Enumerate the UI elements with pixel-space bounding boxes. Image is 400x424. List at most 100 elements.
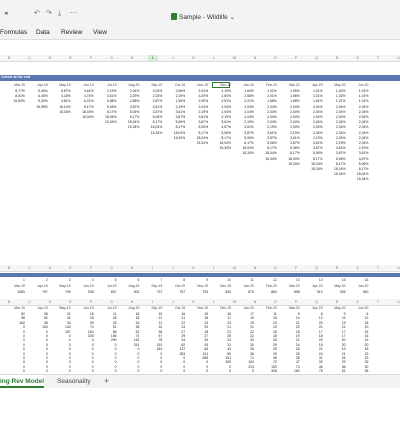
cell[interactable]: 9 [188,278,208,283]
column-header[interactable]: B [4,299,14,306]
menu-formulas[interactable]: Formulas [0,28,27,37]
column-header[interactable]: U [394,265,400,272]
cell[interactable]: Apr-20 [303,83,322,88]
undo-icon[interactable]: ↶ [34,10,40,18]
column-header[interactable]: H [127,55,137,62]
column-header[interactable]: N [250,55,260,62]
column-header[interactable]: J [168,55,178,62]
column-header[interactable]: I [148,265,158,272]
column-header[interactable]: T [373,55,383,62]
cell[interactable]: Apr-20 [303,284,322,289]
column-header[interactable]: Q [312,265,322,272]
column-header[interactable]: D [45,265,55,272]
cell[interactable]: Dec-19 [211,83,231,88]
cell[interactable]: Nov-19 [188,306,208,311]
cell[interactable]: Jun-20 [348,284,368,289]
column-header[interactable]: F [86,299,96,306]
column-header[interactable]: S [353,55,363,62]
sheet-tab-rev-model[interactable]: ing Rev Model [0,375,44,388]
column-header[interactable]: E [66,55,76,62]
column-header[interactable]: O [271,299,281,306]
cell[interactable]: Mar-19 [5,83,25,88]
cell[interactable]: Dec-19 [211,284,231,289]
column-header[interactable]: T [373,299,383,306]
column-header[interactable]: C [25,265,35,272]
cell[interactable]: Mar-19 [5,284,25,289]
column-header[interactable]: O [271,55,281,62]
column-header[interactable]: L [209,55,219,62]
column-header[interactable]: J [168,299,178,306]
column-header[interactable]: L [209,265,219,272]
column-header[interactable]: C [25,299,35,306]
add-sheet-button[interactable]: + [104,375,109,388]
cell[interactable]: Jul-19 [97,306,116,311]
cell[interactable]: 2 [28,278,48,283]
cell[interactable]: 15,34% [348,177,369,182]
column-header[interactable]: M [230,265,240,272]
column-header[interactable]: D [45,299,55,306]
column-header[interactable]: L [209,299,219,306]
column-header[interactable]: B [4,55,14,62]
cell[interactable]: 1 [5,278,25,283]
column-header[interactable]: K [189,55,199,62]
cell[interactable]: Apr-20 [303,306,322,311]
cell[interactable]: 6 [119,278,140,283]
chevron-down-icon[interactable]: ⌄ [230,14,235,21]
cell[interactable]: Apr-19 [28,83,48,88]
cell[interactable]: Apr-19 [28,284,48,289]
column-header[interactable]: N [250,265,260,272]
cell[interactable]: Mar-20 [280,284,300,289]
cell[interactable]: May-19 [51,306,70,311]
cell[interactable]: Jun-19 [74,306,93,311]
column-header[interactable]: S [353,299,363,306]
cell[interactable]: Dec-19 [211,306,231,311]
cell[interactable]: May-19 [51,284,70,289]
cell[interactable]: May-20 [326,306,345,311]
column-header[interactable]: D [45,55,55,62]
cell[interactable]: 7 [142,278,162,283]
document-title[interactable]: Sample - Wildlife ⌄ [171,13,235,22]
menu-view[interactable]: View [93,28,107,37]
column-header[interactable]: Q [312,299,322,306]
cell[interactable]: Feb-20 [257,306,277,311]
column-header[interactable]: B [4,265,14,272]
column-header[interactable]: R [332,55,342,62]
save-icon[interactable]: ⤓ [58,10,61,18]
cell[interactable]: Oct-19 [165,284,185,289]
cell[interactable]: 3 [51,278,71,283]
cell[interactable]: Jun-19 [74,284,93,289]
cell[interactable]: 10 [211,278,231,283]
column-header[interactable]: S [353,265,363,272]
column-header[interactable]: T [373,265,383,272]
cell[interactable]: Jun-20 [348,83,368,88]
cell[interactable]: 16 [348,278,369,283]
sheet-tab-seasonality[interactable]: Seasonality [57,375,91,388]
cell[interactable]: Feb-20 [257,83,277,88]
cell[interactable]: Jan-20 [234,83,254,88]
column-header[interactable]: O [271,265,281,272]
column-header[interactable]: H [127,265,137,272]
cell[interactable]: Mar-20 [280,83,300,88]
column-header[interactable]: G [107,265,117,272]
column-header[interactable]: K [189,299,199,306]
column-header[interactable]: G [107,55,117,62]
cell[interactable]: Jan-20 [234,284,254,289]
column-header[interactable]: U [394,299,400,306]
cell[interactable]: Jul-19 [97,83,116,88]
cell[interactable]: Jun-20 [348,306,368,311]
cell[interactable]: Jun-19 [74,83,93,88]
column-header[interactable]: E [66,299,76,306]
cell[interactable]: Oct-19 [165,306,185,311]
cell[interactable]: Mar-20 [280,306,300,311]
cell[interactable]: 4 [74,278,94,283]
column-header[interactable]: G [107,299,117,306]
cell[interactable]: Nov-19 [188,284,208,289]
cell[interactable]: 14 [303,278,323,283]
cell[interactable]: Sep-19 [142,306,162,311]
menu-data[interactable]: Data [36,28,50,37]
column-header[interactable]: F [86,55,96,62]
column-header[interactable]: K [189,265,199,272]
column-header[interactable]: M [230,55,240,62]
more-icon[interactable]: ⋯ [70,10,77,18]
menu-review[interactable]: Review [61,28,82,37]
